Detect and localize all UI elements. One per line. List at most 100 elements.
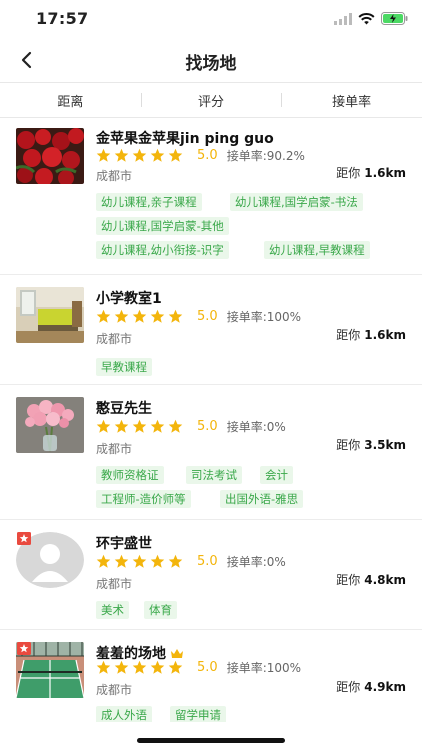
star-icon xyxy=(150,554,165,568)
status-bar: 17:57 xyxy=(0,0,422,38)
star-rating xyxy=(96,419,183,434)
tag: 会计 xyxy=(260,466,293,484)
sort-by-accept-rate[interactable]: 接单率 xyxy=(281,91,422,110)
rating-row: 5.0 接单率:0% xyxy=(96,418,286,435)
star-icon xyxy=(96,660,111,674)
room-image xyxy=(16,287,84,343)
rating-row: 5.0 接单率:100% xyxy=(96,659,301,676)
roses-image xyxy=(16,128,84,184)
tag: 体育 xyxy=(144,601,177,619)
star-rating xyxy=(96,309,183,324)
star-icon xyxy=(114,148,129,162)
distance-label: 距你 xyxy=(336,573,361,587)
accept-rate: 接单率:90.2% xyxy=(226,149,305,163)
status-icons xyxy=(334,12,408,25)
distance-value: 1.6km xyxy=(364,166,406,180)
venue-city: 成都市 xyxy=(96,577,133,591)
distance-label: 距你 xyxy=(336,166,361,180)
rating-score: 5.0 xyxy=(197,309,218,324)
distance-label: 距你 xyxy=(336,680,361,694)
crown-icon xyxy=(171,648,183,658)
star-icon xyxy=(150,660,165,674)
venue-card[interactable]: 小学教室1 5.0 接单率:100% 成都市 距你 1.6km 早教课程 xyxy=(0,274,422,385)
tag: 幼儿课程,早教课程 xyxy=(264,241,370,259)
venue-details: 环宇盛世 5.0 接单率:0% 成都市 距你 4.8km 美术 体育 xyxy=(0,519,422,629)
tag: 幼儿课程,亲子课程 xyxy=(96,193,202,211)
tag: 幼儿课程,国学启蒙-书法 xyxy=(230,193,363,211)
signal-icon xyxy=(334,12,352,25)
tag: 成人外语 xyxy=(96,706,152,722)
rating-row: 5.0 接单率:0% xyxy=(96,553,286,570)
star-icon xyxy=(168,419,183,433)
venue-card[interactable]: 金苹果金苹果jin ping guo 5.0 接单率:90.2% 成都市 距你 1… xyxy=(0,117,422,275)
distance-value: 1.6km xyxy=(364,328,406,342)
home-indicator xyxy=(137,738,285,743)
tag: 留学申请 xyxy=(170,706,226,722)
sort-by-distance[interactable]: 距离 xyxy=(0,91,141,110)
tag: 幼儿课程,幼小衔接-识字 xyxy=(96,241,229,259)
venue-city: 成都市 xyxy=(96,683,133,697)
accept-rate: 接单率:100% xyxy=(226,661,302,675)
star-rating xyxy=(96,148,183,163)
star-icon xyxy=(96,148,111,162)
star-icon xyxy=(168,309,183,323)
status-time: 17:57 xyxy=(36,9,89,28)
venue-distance: 距你 1.6km xyxy=(336,164,406,181)
star-icon xyxy=(132,554,147,568)
star-icon xyxy=(114,660,129,674)
accept-rate: 接单率:0% xyxy=(226,555,286,569)
tag-list: 成人外语 留学申请 xyxy=(96,706,410,722)
star-icon xyxy=(132,660,147,674)
venue-name: 憨豆先生 xyxy=(96,401,152,417)
distance-value: 4.8km xyxy=(364,573,406,587)
tag-list: 美术 体育 xyxy=(96,601,410,621)
star-icon xyxy=(168,148,183,162)
distance-value: 3.5km xyxy=(364,438,406,452)
battery-charging-icon xyxy=(381,12,408,25)
venue-details: 羞羞的场地 5.0 接单率:100% 成都市 距你 4.9km 成人外语 留学申请 xyxy=(0,629,422,749)
tag: 工程师-造价师等 xyxy=(96,490,191,508)
tag: 司法考试 xyxy=(186,466,242,484)
sort-by-rating[interactable]: 评分 xyxy=(140,91,282,110)
tag: 出国外语-雅思 xyxy=(220,490,304,508)
distance-label: 距你 xyxy=(336,328,361,342)
tag: 早教课程 xyxy=(96,358,152,376)
star-rating xyxy=(96,554,183,569)
distance-label: 距你 xyxy=(336,438,361,452)
star-icon xyxy=(150,419,165,433)
page-title: 找场地 xyxy=(185,54,237,74)
wifi-icon xyxy=(358,12,375,24)
star-icon xyxy=(96,554,111,568)
star-rating xyxy=(96,660,183,675)
star-icon xyxy=(132,309,147,323)
navigation-bar: 找场地 xyxy=(0,38,422,83)
venue-card[interactable]: 憨豆先生 5.0 接单率:0% 成都市 距你 3.5km 教师资格证 司法考试 会… xyxy=(0,384,422,520)
venue-name: 金苹果金苹果jin ping guo xyxy=(96,131,274,147)
rating-score: 5.0 xyxy=(197,554,218,569)
star-icon xyxy=(150,309,165,323)
tag: 教师资格证 xyxy=(96,466,164,484)
venue-name: 小学教室1 xyxy=(96,291,162,307)
star-icon xyxy=(150,148,165,162)
venue-city: 成都市 xyxy=(96,442,133,456)
rating-score: 5.0 xyxy=(197,660,218,675)
accept-rate: 接单率:0% xyxy=(226,420,286,434)
tag: 美术 xyxy=(96,601,129,619)
star-icon xyxy=(114,554,129,568)
tag-list: 教师资格证 司法考试 会计 工程师-造价师等 出国外语-雅思 xyxy=(96,466,410,514)
venue-distance: 距你 4.9km xyxy=(336,678,406,695)
tag-list: 早教课程 xyxy=(96,358,410,378)
sort-bar: 距离 评分 接单率 xyxy=(0,83,422,118)
star-icon xyxy=(114,419,129,433)
rating-row: 5.0 接单率:100% xyxy=(96,308,301,325)
star-icon xyxy=(114,309,129,323)
star-icon xyxy=(96,419,111,433)
venue-name: 环宇盛世 xyxy=(96,536,152,552)
distance-value: 4.9km xyxy=(364,680,406,694)
flowers-vase-image xyxy=(16,397,84,453)
star-icon xyxy=(96,309,111,323)
star-icon xyxy=(168,554,183,568)
venue-distance: 距你 3.5km xyxy=(336,436,406,453)
rating-score: 5.0 xyxy=(197,419,218,434)
rating-row: 5.0 接单率:90.2% xyxy=(96,147,305,164)
